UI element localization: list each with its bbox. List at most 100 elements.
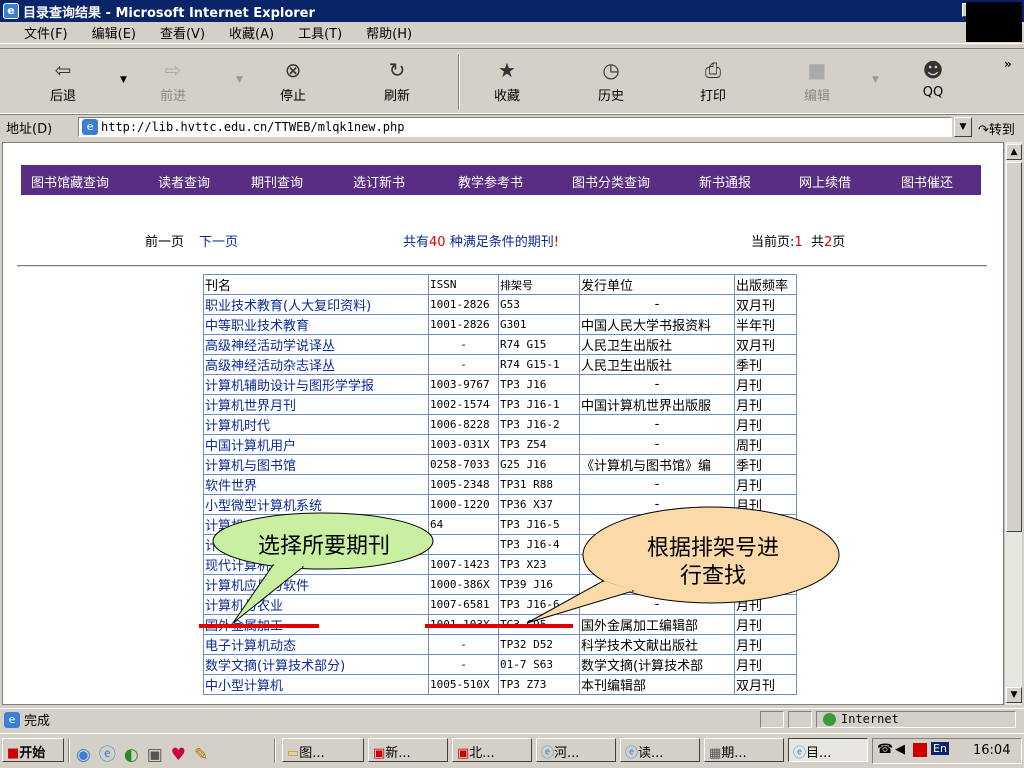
menu-help[interactable]: 帮助(H) xyxy=(366,23,412,42)
ime-indicator[interactable]: En xyxy=(931,742,949,755)
cell-title[interactable]: 高级神经活动学说译丛 xyxy=(203,334,429,355)
cell-issn: 1003-9767 xyxy=(428,374,499,395)
desktop-quicklaunch-icon[interactable]: ▣ xyxy=(147,745,171,765)
scroll-down-button[interactable]: ▼ xyxy=(1006,687,1022,703)
print-button[interactable]: ⎙ 打印 xyxy=(680,53,746,111)
table-row: 数学文摘(计算技术部分) -01-7 S63 数学文摘(计算技术部 月刊 xyxy=(203,654,797,675)
page-icon: e xyxy=(82,119,98,135)
menu-tools[interactable]: 工具(T) xyxy=(298,23,342,42)
table-row: 职业技术教育(人大复印资料) 1001-2826 G53- 双月刊 xyxy=(203,294,797,315)
qq-button[interactable]: ☻ QQ xyxy=(900,53,966,111)
stop-button[interactable]: ⊗ 停止 xyxy=(260,53,326,111)
taskbar-item-1[interactable]: ▭图... xyxy=(282,738,364,762)
history-button[interactable]: ◷ 历史 xyxy=(578,53,644,111)
ppt-icon: ▣ xyxy=(373,746,386,761)
toolbar-separator xyxy=(458,55,460,109)
status-text: 完成 xyxy=(24,714,51,729)
cell-title[interactable]: 计算机辅助设计与图形学学报 xyxy=(203,374,429,395)
favorites-icon: ★ xyxy=(498,58,516,82)
nav-new-books[interactable]: 新书通报 xyxy=(699,172,751,191)
nav-order-books[interactable]: 选订新书 xyxy=(353,172,405,191)
quicklaunch-1-icon[interactable]: ◉ xyxy=(76,745,99,765)
taskbar-item-4[interactable]: ⓔ河... xyxy=(536,738,616,762)
cell-issn: 1006-8228 xyxy=(428,414,499,435)
summary-pre: 共有 xyxy=(403,235,430,250)
cell-publisher: 科学技术文献出版社 xyxy=(579,634,735,655)
nav-reminder[interactable]: 图书催还 xyxy=(901,172,953,191)
edit-quicklaunch-icon[interactable]: ✎ xyxy=(194,745,216,765)
cell-frequency: 月刊 xyxy=(734,414,797,435)
callout-left-pointer xyxy=(232,564,305,624)
cell-title[interactable]: 中等职业技术教育 xyxy=(203,314,429,335)
start-button[interactable]: ■开始 xyxy=(2,738,64,762)
menu-edit[interactable]: 编辑(E) xyxy=(92,23,136,42)
edit-button[interactable]: ■ 编辑 xyxy=(784,53,850,111)
back-dropdown-icon[interactable]: ▼ xyxy=(120,75,127,85)
taskbar-item-1-label: 图... xyxy=(299,746,325,761)
cell-publisher: - xyxy=(579,474,735,495)
taskbar-item-5[interactable]: ⓔ读... xyxy=(620,738,700,762)
scroll-up-button[interactable]: ▲ xyxy=(1006,144,1022,160)
taskbar-item-7[interactable]: ⓔ目... xyxy=(788,738,868,762)
next-page-link[interactable]: 下一页 xyxy=(199,231,238,250)
media-quicklaunch-icon[interactable]: ◐ xyxy=(124,745,147,765)
favorites-button[interactable]: ★ 收藏 xyxy=(474,53,540,111)
cell-title[interactable]: 高级神经活动杂志译丛 xyxy=(203,354,429,375)
vertical-scrollbar[interactable]: ▲ ▼ xyxy=(1004,142,1022,705)
menu-view[interactable]: 查看(V) xyxy=(160,23,205,42)
cell-frequency: 月刊 xyxy=(734,374,797,395)
scroll-thumb[interactable] xyxy=(1006,162,1022,532)
forward-dropdown-icon[interactable]: ▼ xyxy=(236,75,243,85)
go-arrow-icon: ↷ xyxy=(978,123,989,138)
taskbar-item-2[interactable]: ▣新... xyxy=(368,738,448,762)
volume-tray-icon[interactable]: ◀ xyxy=(895,742,905,757)
menu-file[interactable]: 文件(F) xyxy=(24,23,68,42)
nav-renew[interactable]: 网上续借 xyxy=(799,172,851,191)
taskbar-item-5-label: 读... xyxy=(638,746,664,761)
current-page-number: 1 xyxy=(794,235,803,250)
total-pre: 共 xyxy=(810,235,824,250)
cell-title[interactable]: 职业技术教育(人大复印资料) xyxy=(203,294,429,315)
total-pages: 2 xyxy=(823,235,833,250)
cell-shelf: G25 J16 xyxy=(498,454,580,475)
cell-title[interactable]: 数学文摘(计算技术部分) xyxy=(203,654,429,675)
network-tray-icon[interactable]: ☎ xyxy=(877,742,893,757)
cell-title[interactable]: 电子计算机动态 xyxy=(203,634,429,655)
cell-publisher: - xyxy=(579,414,735,435)
start-label: 开始 xyxy=(19,746,46,761)
toolbar-more-button[interactable]: » xyxy=(1004,57,1012,71)
nav-classification[interactable]: 图书分类查询 xyxy=(572,172,650,191)
app-quicklaunch-icon[interactable]: ♥ xyxy=(171,745,194,765)
taskbar-separator xyxy=(68,739,70,763)
cell-issn: 1003-031X xyxy=(428,434,499,455)
nav-periodicals[interactable]: 期刊查询 xyxy=(251,172,303,191)
address-dropdown-button[interactable]: ▼ xyxy=(954,117,972,137)
history-icon: ◷ xyxy=(602,58,620,82)
edit-dropdown-icon[interactable]: ▼ xyxy=(872,75,879,85)
total-post: 页 xyxy=(832,235,846,250)
nav-reader[interactable]: 读者查询 xyxy=(158,172,210,191)
address-input[interactable]: http://lib.hvttc.edu.cn/TTWEB/mlqk1new.p… xyxy=(78,117,952,137)
back-button[interactable]: ⇦ 后退 xyxy=(30,53,96,111)
cell-title[interactable]: 中小型计算机 xyxy=(203,674,429,695)
taskbar-item-3[interactable]: ▣北... xyxy=(452,738,532,762)
app-tray-icon[interactable] xyxy=(913,743,927,757)
cell-issn: 1001-2826 xyxy=(428,294,499,315)
cell-frequency: 月刊 xyxy=(734,634,797,655)
cell-title[interactable]: 中国计算机用户 xyxy=(203,434,429,455)
stop-label: 停止 xyxy=(279,89,306,104)
go-button[interactable]: ↷转到 xyxy=(978,119,1015,138)
refresh-button[interactable]: ↻ 刷新 xyxy=(364,53,430,111)
nav-catalog[interactable]: 图书馆藏查询 xyxy=(31,172,109,191)
menu-favorites[interactable]: 收藏(A) xyxy=(229,23,274,42)
cell-issn: 0258-7033 xyxy=(428,454,499,475)
ie-quicklaunch-icon[interactable]: ⓔ xyxy=(99,745,124,765)
cell-title[interactable]: 计算机与图书馆 xyxy=(203,454,429,475)
taskbar-item-6[interactable]: ▦期... xyxy=(704,738,784,762)
cell-title[interactable]: 计算机世界月刊 xyxy=(203,394,429,415)
cell-title[interactable]: 计算机时代 xyxy=(203,414,429,435)
forward-label: 前进 xyxy=(159,89,186,104)
cell-title[interactable]: 软件世界 xyxy=(203,474,429,495)
nav-reference[interactable]: 教学参考书 xyxy=(458,172,523,191)
forward-button[interactable]: ⇨ 前进 xyxy=(140,53,206,111)
